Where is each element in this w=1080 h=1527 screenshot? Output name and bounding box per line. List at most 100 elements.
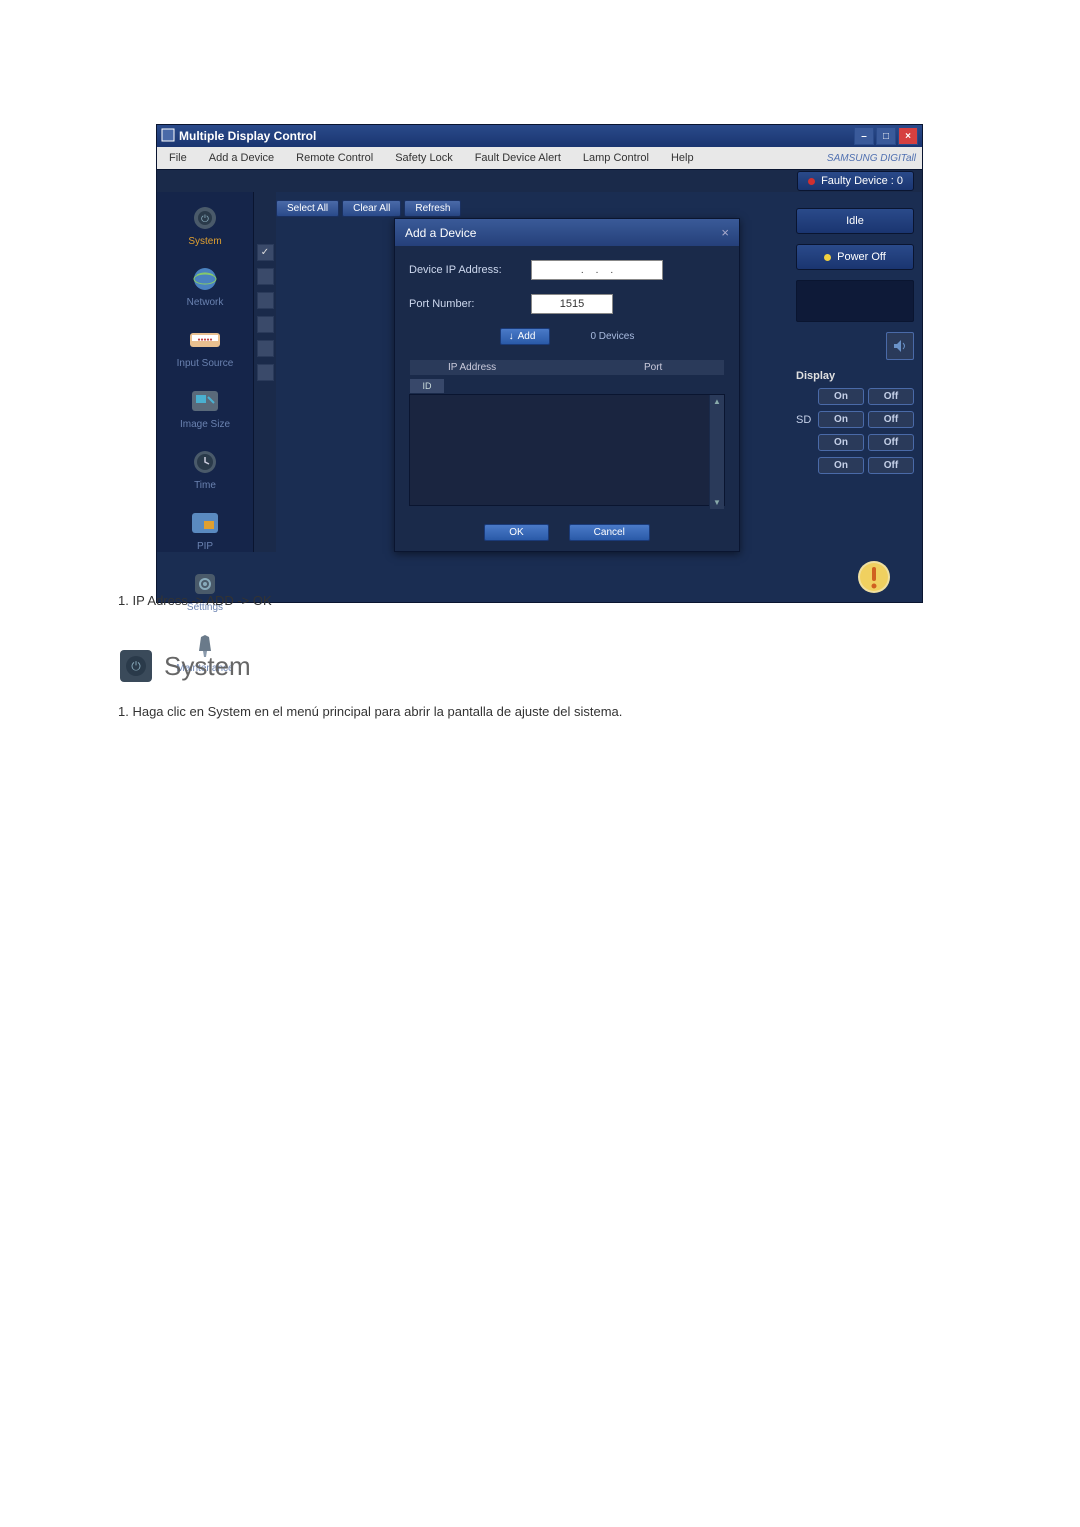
menu-file[interactable]: File — [163, 150, 193, 166]
sidebar-label: System — [188, 236, 221, 247]
toggle-off[interactable]: Off — [868, 457, 914, 474]
power-label: Power Off — [837, 251, 886, 263]
add-device-dialog: Add a Device × Device IP Address: ... Po… — [394, 218, 740, 552]
maximize-button[interactable]: □ — [876, 127, 896, 145]
clear-all-button[interactable]: Clear All — [342, 200, 401, 217]
system-icon: ⏻ — [118, 648, 154, 684]
faulty-dot-icon — [808, 178, 815, 185]
sidebar-label: Network — [187, 297, 224, 308]
scroll-up-icon[interactable]: ▲ — [713, 397, 721, 406]
device-list-header: IP Address Port — [409, 359, 725, 376]
sidebar: ⏻ System Network ●●●●● Input Source — [157, 192, 254, 552]
instruction-step-2: 1. Haga clic en System en el menú princi… — [118, 704, 898, 719]
instructions: 1. IP Adress -> ADD -> OK ⏻ System 1. Ha… — [118, 580, 898, 732]
minimize-button[interactable]: – — [854, 127, 874, 145]
scrollbar[interactable]: ▲ ▼ — [709, 395, 724, 509]
image-size-icon — [188, 385, 222, 417]
sd-label: SD — [796, 414, 814, 426]
network-icon — [188, 263, 222, 295]
menu-lamp-control[interactable]: Lamp Control — [577, 150, 655, 166]
sidebar-label: PIP — [197, 541, 213, 552]
device-checkbox[interactable] — [257, 268, 274, 285]
window-title: Multiple Display Control — [179, 129, 316, 143]
ip-label: Device IP Address: — [409, 264, 519, 276]
svg-text:⏻: ⏻ — [201, 214, 209, 225]
device-checkbox[interactable]: ✓ — [257, 244, 274, 261]
device-checkbox[interactable] — [257, 292, 274, 309]
right-panel: Idle Power Off Display On — [788, 192, 922, 552]
ok-button[interactable]: OK — [484, 524, 548, 541]
device-checkbox[interactable] — [257, 316, 274, 333]
sidebar-item-pip[interactable]: PIP — [157, 503, 253, 564]
add-label: Add — [518, 331, 536, 342]
toggle-on[interactable]: On — [818, 434, 864, 451]
main-area: ⏻ System Network ●●●●● Input Source — [157, 192, 922, 552]
port-number-input[interactable]: 1515 — [531, 294, 613, 314]
brand-label: SAMSUNG DIGITall — [827, 153, 916, 164]
time-icon — [188, 446, 222, 478]
speaker-button[interactable] — [886, 332, 914, 360]
toggle-on[interactable]: On — [818, 411, 864, 428]
menubar: File Add a Device Remote Control Safety … — [157, 147, 922, 169]
input-source-icon: ●●●●● — [188, 324, 222, 356]
source-panel — [796, 280, 914, 322]
menu-help[interactable]: Help — [665, 150, 700, 166]
col-port: Port — [644, 362, 724, 373]
idle-pill: Idle — [796, 208, 914, 234]
section-heading: System — [164, 651, 251, 682]
devices-count-label: 0 Devices — [590, 331, 634, 342]
power-dot-icon — [824, 254, 831, 261]
device-checkbox[interactable] — [257, 364, 274, 381]
sidebar-item-input-source[interactable]: ●●●●● Input Source — [157, 320, 253, 381]
sidebar-label: Time — [194, 480, 216, 491]
sidebar-item-network[interactable]: Network — [157, 259, 253, 320]
toggle-on[interactable]: On — [818, 388, 864, 405]
down-arrow-icon: ↓ — [509, 331, 514, 342]
content-column: Select All Clear All Refresh Add a Devic… — [276, 192, 788, 552]
scroll-down-icon[interactable]: ▼ — [713, 498, 721, 507]
id-tab: ID — [409, 378, 445, 394]
app-window: Multiple Display Control – □ × File Add … — [156, 124, 923, 603]
power-off-button[interactable]: Power Off — [796, 244, 914, 270]
refresh-button[interactable]: Refresh — [404, 200, 461, 217]
sidebar-label: Input Source — [177, 358, 234, 369]
svg-text:⏻: ⏻ — [131, 659, 141, 673]
sidebar-item-system[interactable]: ⏻ System — [157, 198, 253, 259]
toggle-off[interactable]: Off — [868, 434, 914, 451]
faulty-device-pill[interactable]: Faulty Device : 0 — [797, 171, 914, 191]
close-button[interactable]: × — [898, 127, 918, 145]
display-heading: Display — [796, 370, 835, 382]
idle-label: Idle — [846, 215, 864, 227]
dialog-close-icon[interactable]: × — [721, 225, 729, 240]
menu-add-device[interactable]: Add a Device — [203, 150, 280, 166]
app-icon — [161, 128, 175, 145]
select-all-button[interactable]: Select All — [276, 200, 339, 217]
sidebar-item-image-size[interactable]: Image Size — [157, 381, 253, 442]
add-button[interactable]: ↓ Add — [500, 328, 551, 345]
menu-fault-alert[interactable]: Fault Device Alert — [469, 150, 567, 166]
menu-remote-control[interactable]: Remote Control — [290, 150, 379, 166]
dialog-titlebar: Add a Device × — [395, 219, 739, 246]
col-ip: IP Address — [444, 362, 644, 373]
col-id — [410, 362, 444, 373]
toggle-off[interactable]: Off — [868, 388, 914, 405]
svg-text:●●●●●: ●●●●● — [197, 337, 212, 343]
instruction-step-1: 1. IP Adress -> ADD -> OK — [118, 593, 898, 608]
device-ip-input[interactable]: ... — [531, 260, 663, 280]
status-bar: Faulty Device : 0 — [157, 169, 922, 192]
dialog-title: Add a Device — [405, 226, 476, 240]
device-checkbox[interactable] — [257, 340, 274, 357]
titlebar: Multiple Display Control – □ × — [157, 125, 922, 147]
pip-icon — [188, 507, 222, 539]
cancel-button[interactable]: Cancel — [569, 524, 650, 541]
sidebar-item-time[interactable]: Time — [157, 442, 253, 503]
port-label: Port Number: — [409, 298, 519, 310]
sidebar-label: Image Size — [180, 419, 230, 430]
menu-safety-lock[interactable]: Safety Lock — [389, 150, 458, 166]
toggle-off[interactable]: Off — [868, 411, 914, 428]
checkbox-column: ✓ — [254, 192, 276, 552]
toggle-on[interactable]: On — [818, 457, 864, 474]
system-icon: ⏻ — [188, 202, 222, 234]
faulty-label: Faulty Device : 0 — [821, 175, 903, 187]
device-list: ▲ ▼ — [409, 394, 725, 506]
